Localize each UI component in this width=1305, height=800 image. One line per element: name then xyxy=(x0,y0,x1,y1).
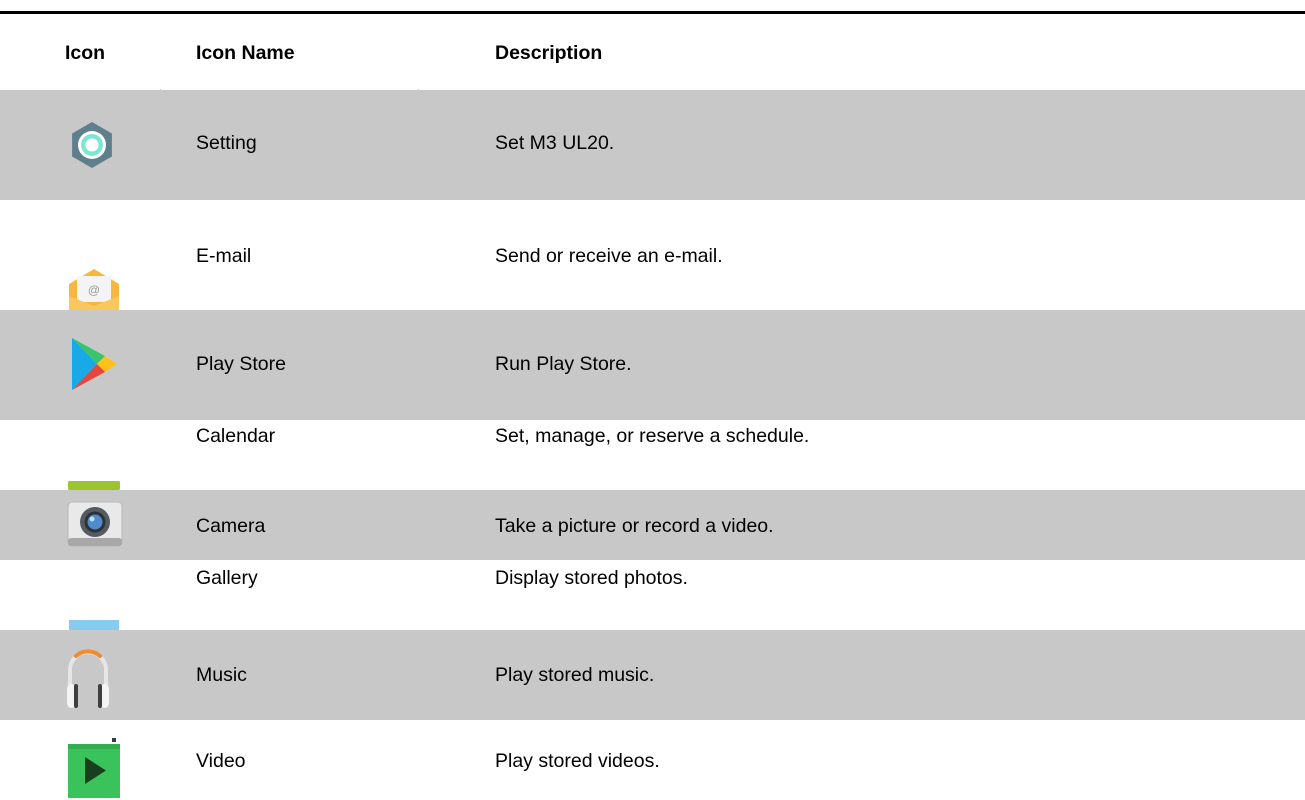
calendar-icon xyxy=(68,481,120,490)
row-name: Gallery xyxy=(196,567,258,589)
row-description: Run Play Store. xyxy=(495,353,632,375)
row-name: Play Store xyxy=(196,353,286,375)
row-description: Set, manage, or reserve a schedule. xyxy=(495,425,810,447)
play-store-icon xyxy=(72,338,117,390)
row-description: Play stored music. xyxy=(495,664,655,686)
row-name: E-mail xyxy=(196,245,252,267)
email-envelope-icon: @ xyxy=(69,269,119,310)
row-name: Setting xyxy=(196,132,257,154)
row-name: Camera xyxy=(196,515,266,537)
table-row-calendar: Calendar Set, manage, or reserve a sched… xyxy=(0,420,1305,490)
header-description: Description xyxy=(495,42,603,64)
table-row-camera: Camera Take a picture or record a video. xyxy=(0,490,1305,560)
row-name: Calendar xyxy=(196,425,276,447)
settings-gear-icon xyxy=(72,122,112,168)
table-row-play-store: Play Store Run Play Store. xyxy=(0,310,1305,420)
top-rule xyxy=(0,11,1305,14)
row-description: Play stored videos. xyxy=(495,750,660,772)
table-row-email: @ E-mail Send or receive an e-mail. xyxy=(0,200,1305,310)
gallery-icon xyxy=(69,620,119,630)
table-row-music: Music Play stored music. xyxy=(0,630,1305,720)
row-name: Music xyxy=(196,664,247,686)
row-description: Send or receive an e-mail. xyxy=(495,245,723,267)
row-name: Video xyxy=(196,750,246,772)
video-play-icon xyxy=(68,738,120,798)
table-row-setting: Setting Set M3 UL20. xyxy=(0,90,1305,200)
svg-text:@: @ xyxy=(88,283,100,297)
headphones-icon xyxy=(67,649,109,708)
header-icon: Icon xyxy=(65,42,106,64)
table-row-gallery: Gallery Display stored photos. xyxy=(0,560,1305,630)
table-row-video: Video Play stored videos. xyxy=(0,720,1305,800)
row-description: Take a picture or record a video. xyxy=(495,515,774,537)
row-description: Set M3 UL20. xyxy=(495,132,615,154)
row-description: Display stored photos. xyxy=(495,567,688,589)
camera-icon xyxy=(67,501,123,547)
header-icon-name: Icon Name xyxy=(196,42,295,64)
